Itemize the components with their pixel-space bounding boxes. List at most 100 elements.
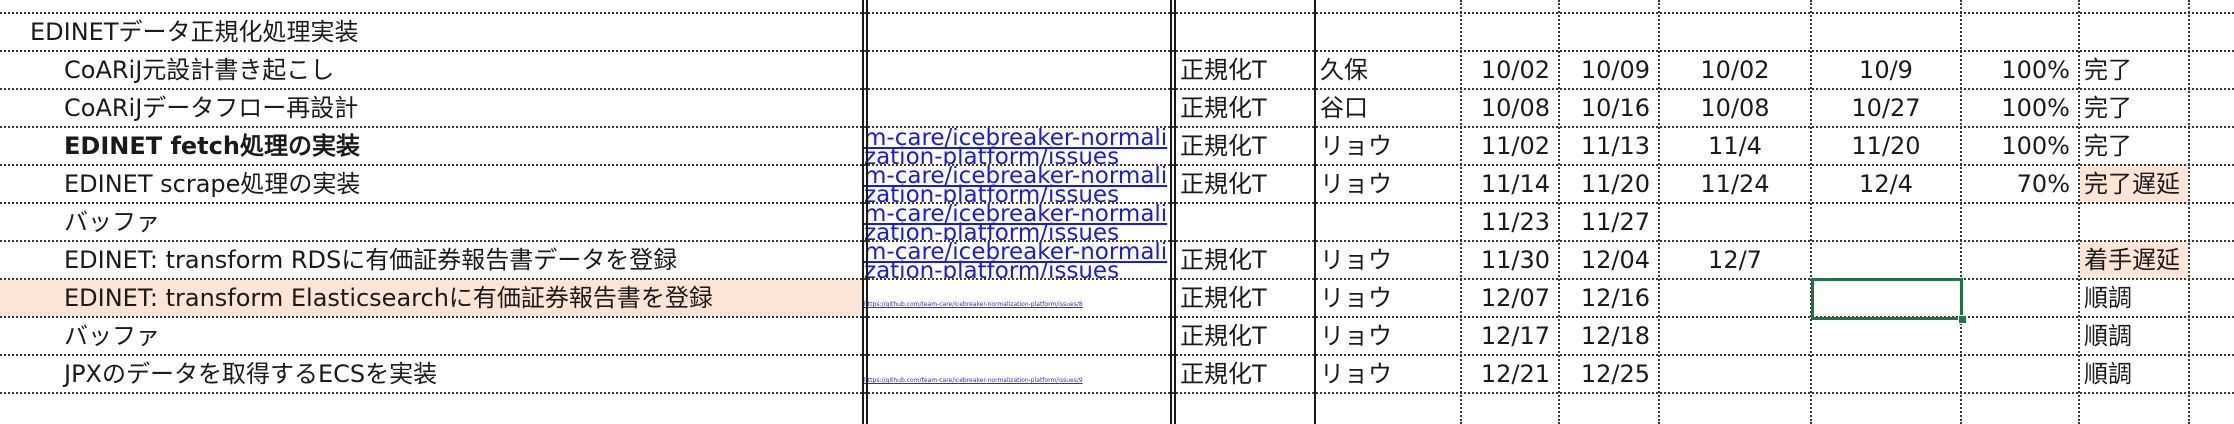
status-cell[interactable]: 完了遅延: [2080, 166, 2188, 202]
issue-link-cell[interactable]: m-care/icebreaker-normalization-platform…: [864, 166, 1172, 202]
issue-link[interactable]: https://github.com/team-care/icebreaker-…: [864, 377, 1083, 384]
actual-end-cell[interactable]: [1812, 242, 1960, 278]
actual-start-cell[interactable]: 11/4: [1660, 128, 1810, 164]
owner-cell[interactable]: リョウ: [1316, 318, 1456, 354]
plan-end-cell[interactable]: 12/18: [1560, 318, 1658, 354]
issue-link-cell[interactable]: https://github.com/team-care/icebreaker-…: [864, 280, 1172, 316]
plan-end-cell[interactable]: 11/13: [1560, 128, 1658, 164]
team-cell[interactable]: [1176, 204, 1312, 240]
team-cell[interactable]: [1176, 14, 1312, 50]
plan-end-cell[interactable]: 11/20: [1560, 166, 1658, 202]
status-cell[interactable]: 完了: [2080, 90, 2188, 126]
owner-cell[interactable]: 久保: [1316, 52, 1456, 88]
team-cell[interactable]: 正規化T: [1176, 280, 1312, 316]
actual-start-cell[interactable]: 10/02: [1660, 52, 1810, 88]
owner-cell[interactable]: [1316, 204, 1456, 240]
task-name-cell[interactable]: CoARiJデータフロー再設計: [0, 90, 862, 126]
status-cell[interactable]: [2080, 14, 2188, 50]
status-cell[interactable]: [2080, 204, 2188, 240]
active-cell-selection[interactable]: [1811, 278, 1963, 320]
team-cell[interactable]: 正規化T: [1176, 318, 1312, 354]
actual-start-cell[interactable]: 11/24: [1660, 166, 1810, 202]
plan-end-cell[interactable]: 11/27: [1560, 204, 1658, 240]
team-cell[interactable]: 正規化T: [1176, 52, 1312, 88]
plan-start-cell[interactable]: 11/14: [1460, 166, 1558, 202]
task-name-cell[interactable]: EDINET scrape処理の実装: [0, 166, 862, 202]
issue-link-cell[interactable]: [864, 318, 1172, 354]
actual-end-cell[interactable]: 10/9: [1812, 52, 1960, 88]
status-cell[interactable]: 着手遅延: [2080, 242, 2188, 278]
actual-end-cell[interactable]: [1812, 14, 1960, 50]
status-cell[interactable]: 順調: [2080, 318, 2188, 354]
progress-cell[interactable]: [1962, 318, 2078, 354]
task-name-cell[interactable]: CoARiJ元設計書き起こし: [0, 52, 862, 88]
progress-cell[interactable]: [1962, 204, 2078, 240]
team-cell[interactable]: 正規化T: [1176, 356, 1312, 392]
plan-start-cell[interactable]: 12/21: [1460, 356, 1558, 392]
owner-cell[interactable]: リョウ: [1316, 242, 1456, 278]
actual-start-cell[interactable]: 10/08: [1660, 90, 1810, 126]
issue-link-cell[interactable]: https://github.com/team-care/icebreaker-…: [864, 356, 1172, 392]
issue-link[interactable]: m-care/icebreaker-normalization-platform…: [864, 204, 1167, 240]
task-name-cell[interactable]: バッファ: [0, 318, 862, 354]
status-cell[interactable]: 完了: [2080, 128, 2188, 164]
issue-link-cell[interactable]: m-care/icebreaker-normalization-platform…: [864, 204, 1172, 240]
team-cell[interactable]: 正規化T: [1176, 90, 1312, 126]
team-cell[interactable]: 正規化T: [1176, 166, 1312, 202]
plan-start-cell[interactable]: 11/30: [1460, 242, 1558, 278]
plan-end-cell[interactable]: 12/16: [1560, 280, 1658, 316]
plan-start-cell[interactable]: 10/08: [1460, 90, 1558, 126]
owner-cell[interactable]: リョウ: [1316, 280, 1456, 316]
issue-link-cell[interactable]: [864, 52, 1172, 88]
plan-end-cell[interactable]: 10/16: [1560, 90, 1658, 126]
actual-end-cell[interactable]: [1812, 318, 1960, 354]
task-name-cell[interactable]: JPXのデータを取得するECSを実装: [0, 356, 862, 392]
owner-cell[interactable]: リョウ: [1316, 128, 1456, 164]
status-cell[interactable]: 順調: [2080, 280, 2188, 316]
team-cell[interactable]: 正規化T: [1176, 128, 1312, 164]
status-cell[interactable]: 完了: [2080, 52, 2188, 88]
task-name-cell[interactable]: バッファ: [0, 204, 862, 240]
actual-end-cell[interactable]: [1812, 356, 1960, 392]
issue-link-cell[interactable]: [864, 14, 1172, 50]
plan-start-cell[interactable]: 11/23: [1460, 204, 1558, 240]
actual-end-cell[interactable]: [1812, 204, 1960, 240]
owner-cell[interactable]: [1316, 14, 1456, 50]
plan-end-cell[interactable]: [1560, 14, 1658, 50]
progress-cell[interactable]: [1962, 356, 2078, 392]
fill-handle[interactable]: [1958, 315, 1967, 324]
issue-link[interactable]: https://github.com/team-care/icebreaker-…: [864, 301, 1083, 308]
progress-cell[interactable]: 70%: [1962, 166, 2078, 202]
progress-cell[interactable]: 100%: [1962, 128, 2078, 164]
owner-cell[interactable]: リョウ: [1316, 356, 1456, 392]
plan-start-cell[interactable]: 11/02: [1460, 128, 1558, 164]
actual-start-cell[interactable]: [1660, 318, 1810, 354]
plan-start-cell[interactable]: 10/02: [1460, 52, 1558, 88]
plan-start-cell[interactable]: [1460, 14, 1558, 50]
progress-cell[interactable]: [1962, 242, 2078, 278]
task-name-cell[interactable]: EDINETデータ正規化処理実装: [0, 14, 862, 50]
actual-end-cell[interactable]: 12/4: [1812, 166, 1960, 202]
actual-start-cell[interactable]: [1660, 356, 1810, 392]
task-name-cell[interactable]: EDINET fetch処理の実装: [0, 128, 862, 164]
plan-end-cell[interactable]: 12/04: [1560, 242, 1658, 278]
issue-link-cell[interactable]: m-care/icebreaker-normalization-platform…: [864, 128, 1172, 164]
plan-start-cell[interactable]: 12/17: [1460, 318, 1558, 354]
actual-start-cell[interactable]: 12/7: [1660, 242, 1810, 278]
issue-link-cell[interactable]: m-care/icebreaker-normalization-platform…: [864, 242, 1172, 278]
issue-link[interactable]: m-care/icebreaker-normalization-platform…: [864, 242, 1167, 278]
progress-cell[interactable]: [1962, 280, 2078, 316]
owner-cell[interactable]: 谷口: [1316, 90, 1456, 126]
actual-start-cell[interactable]: [1660, 204, 1810, 240]
progress-cell[interactable]: [1962, 14, 2078, 50]
actual-end-cell[interactable]: 11/20: [1812, 128, 1960, 164]
task-name-cell[interactable]: EDINET: transform Elasticsearchに有価証券報告書を…: [0, 280, 862, 316]
team-cell[interactable]: 正規化T: [1176, 242, 1312, 278]
actual-start-cell[interactable]: [1660, 280, 1810, 316]
plan-start-cell[interactable]: 12/07: [1460, 280, 1558, 316]
plan-end-cell[interactable]: 10/09: [1560, 52, 1658, 88]
progress-cell[interactable]: 100%: [1962, 90, 2078, 126]
issue-link[interactable]: m-care/icebreaker-normalization-platform…: [864, 128, 1167, 164]
plan-end-cell[interactable]: 12/25: [1560, 356, 1658, 392]
progress-cell[interactable]: 100%: [1962, 52, 2078, 88]
